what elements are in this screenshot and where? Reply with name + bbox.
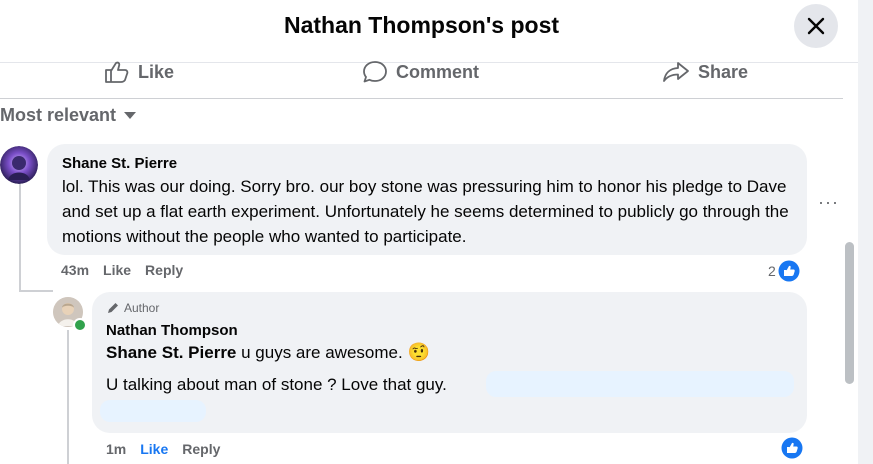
share-button[interactable]: Share	[662, 60, 748, 84]
reply-like-link[interactable]: Like	[140, 441, 168, 457]
share-icon	[663, 62, 689, 82]
like-reaction-icon	[778, 260, 800, 282]
link-preview-placeholder	[100, 400, 206, 422]
reply-reply-link[interactable]: Reply	[182, 441, 220, 457]
like-label: Like	[138, 61, 175, 82]
comment-text: lol. This was our doing. Sorry bro. our …	[62, 177, 789, 246]
thumbs-up-icon	[105, 61, 129, 83]
reply-timestamp[interactable]: 1m	[106, 441, 126, 457]
comment-bubble: Shane St. Pierre lol. This was our doing…	[47, 144, 807, 255]
author-badge-label: Author	[124, 301, 160, 315]
comment-icon	[363, 61, 387, 83]
reaction-count: 2	[768, 263, 776, 279]
sort-label: Most relevant	[0, 105, 117, 125]
online-status-dot	[73, 318, 87, 332]
comment-timestamp[interactable]: 43m	[61, 262, 89, 278]
caret-down-icon	[124, 111, 137, 119]
author-badge: Author	[106, 301, 159, 315]
raised-eyebrow-emoji-icon: 🤨	[407, 342, 430, 362]
page-edge	[858, 0, 873, 464]
link-preview-placeholder	[486, 371, 794, 397]
like-reaction-icon[interactable]	[781, 437, 803, 459]
comment-button[interactable]: Comment	[362, 60, 479, 84]
reply-thread-line	[67, 330, 69, 464]
pencil-icon	[108, 303, 118, 313]
reaction-summary[interactable]: 2	[768, 260, 800, 282]
comment-sort-dropdown[interactable]: Most relevant	[0, 105, 137, 126]
thread-line	[19, 182, 21, 292]
reply-meta: 1m Like Reply	[106, 441, 220, 457]
dialog-title: Nathan Thompson's post	[283, 12, 560, 38]
share-label: Share	[698, 61, 749, 82]
comment-label: Comment	[396, 61, 480, 82]
reply-text-1: u guys are awesome.	[241, 343, 403, 362]
mention-link[interactable]: Shane St. Pierre	[106, 343, 236, 362]
like-button[interactable]: Like	[104, 60, 174, 84]
scrollbar-thumb[interactable]	[845, 242, 854, 384]
close-button[interactable]	[794, 4, 838, 48]
avatar-image	[0, 146, 38, 184]
close-icon	[807, 17, 825, 35]
comment-reply-link[interactable]: Reply	[145, 262, 183, 278]
reply-author-name[interactable]: Nathan Thompson	[106, 322, 238, 339]
thread-connector	[19, 290, 53, 292]
more-options-button[interactable]: ···	[818, 192, 839, 213]
post-action-bar: Like Comment Share	[0, 54, 843, 99]
reply-line-1: Shane St. Pierre u guys are awesome. 🤨	[106, 340, 430, 365]
avatar[interactable]	[0, 146, 38, 184]
reply-text-2: U talking about man of stone ? Love that…	[106, 375, 447, 394]
comment-like-link[interactable]: Like	[103, 262, 131, 278]
comment-meta: 43m Like Reply	[61, 262, 183, 278]
comment-author-name[interactable]: Shane St. Pierre	[62, 155, 177, 172]
reply-bubble: Author Nathan Thompson Shane St. Pierre …	[92, 292, 807, 433]
